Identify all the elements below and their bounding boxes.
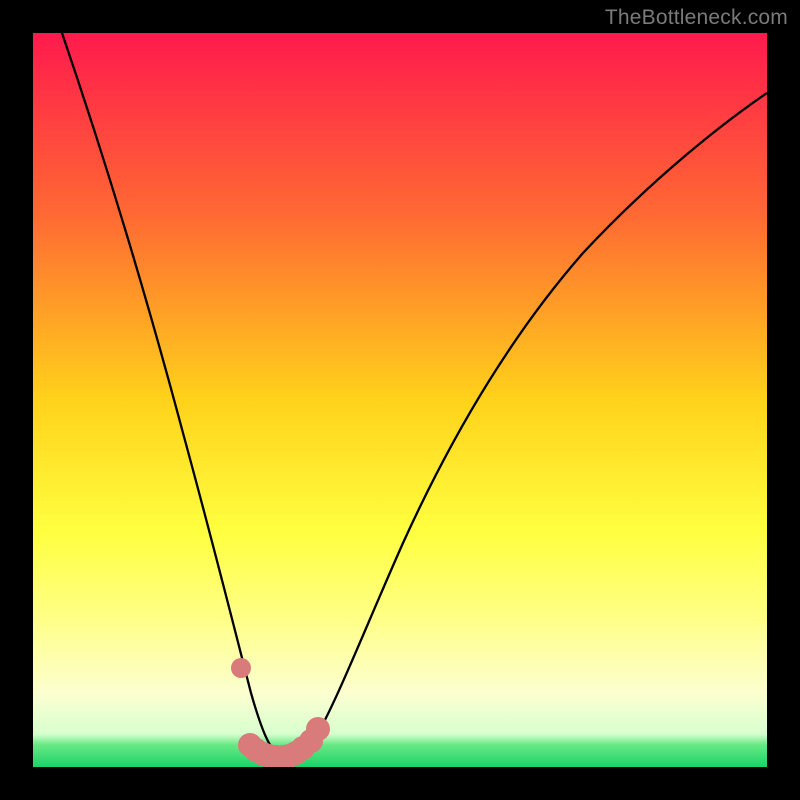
plot-area [33,33,767,767]
chart-frame: TheBottleneck.com [0,0,800,800]
bottleneck-curve [33,33,767,767]
critical-markers [231,658,330,767]
curve-path [62,33,767,760]
watermark-text: TheBottleneck.com [605,6,788,30]
